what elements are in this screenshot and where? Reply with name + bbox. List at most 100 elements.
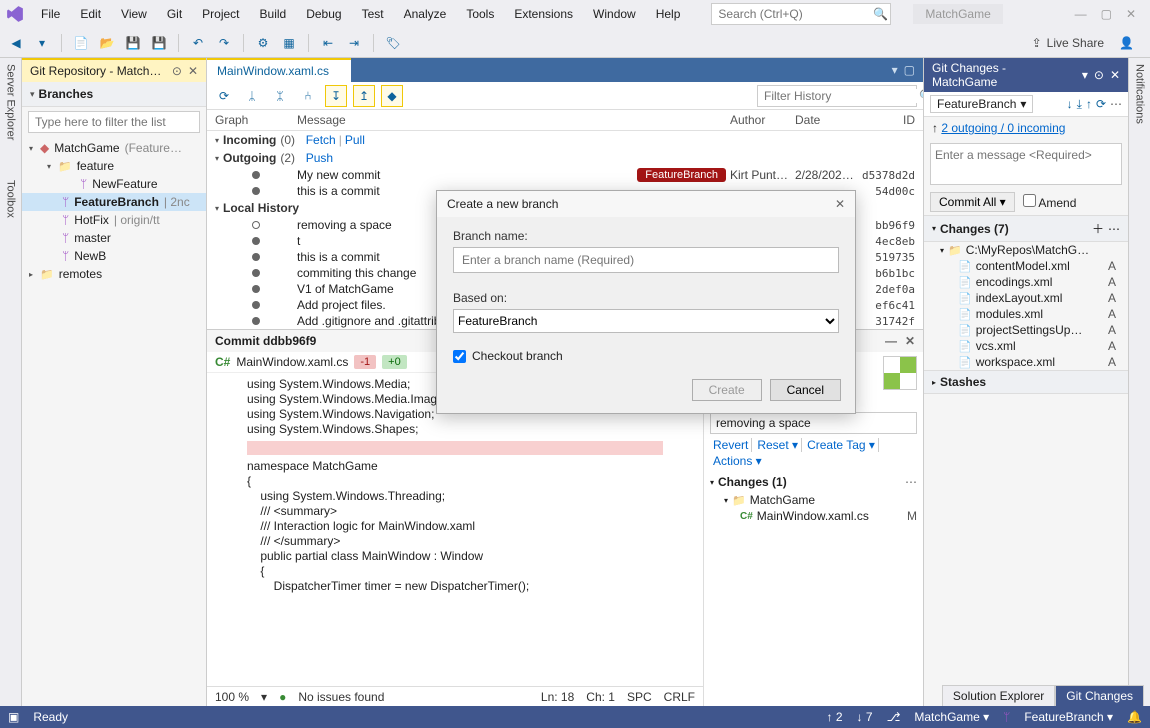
pull-button[interactable]: ⤓ — [1077, 97, 1082, 112]
pin-icon[interactable]: ⊙ — [1094, 68, 1104, 82]
branches-section-header[interactable]: ▾ Branches — [22, 82, 206, 107]
menu-project[interactable]: Project — [193, 3, 248, 25]
save-all-button[interactable]: 💾 — [149, 33, 169, 53]
changes-root-folder[interactable]: ▾ C:\MyRepos\MatchG… — [924, 242, 1128, 258]
graph-branch-button[interactable]: ᛦ — [241, 85, 263, 107]
stashes-section-header[interactable]: ▸ Stashes — [924, 370, 1128, 394]
changes-section-header[interactable]: ▾ Changes (7) ＋ ⋯ — [924, 215, 1128, 242]
commit-row[interactable]: My new commit FeatureBranch Kirt Punt… 2… — [207, 167, 923, 183]
branch-node[interactable]: ▸ remotes — [22, 265, 206, 283]
editor-tab[interactable]: MainWindow.xaml.cs — [207, 58, 351, 82]
notifications-tab[interactable]: Notifications — [1134, 64, 1146, 124]
git-changes-tab[interactable]: Git Changes — [1055, 685, 1144, 706]
indent-out-button[interactable]: ⇤ — [318, 33, 338, 53]
menu-help[interactable]: Help — [647, 3, 690, 25]
detail-project-node[interactable]: ▾ MatchGame — [710, 492, 917, 508]
revert-link[interactable]: Revert — [710, 438, 752, 452]
menu-edit[interactable]: Edit — [71, 3, 110, 25]
branch-node[interactable]: NewFeature — [22, 175, 206, 193]
quick-search-input[interactable] — [718, 7, 873, 21]
menu-view[interactable]: View — [112, 3, 156, 25]
indent-mode[interactable]: SPC — [627, 690, 652, 704]
tab-dropdown-icon[interactable]: ▾ — [892, 63, 898, 77]
checkout-branch-checkbox[interactable] — [453, 350, 466, 363]
changed-file-row[interactable]: modules.xml A — [924, 306, 1128, 322]
changed-file-row[interactable]: indexLayout.xml A — [924, 290, 1128, 306]
config-button[interactable]: ⚙ — [253, 33, 273, 53]
menu-window[interactable]: Window — [584, 3, 645, 25]
menu-debug[interactable]: Debug — [297, 3, 350, 25]
create-button[interactable]: Create — [692, 379, 762, 401]
branch-node[interactable]: ▾ MatchGame (Feature… — [22, 139, 206, 157]
more-icon[interactable]: ⋯ — [1110, 97, 1122, 111]
server-explorer-tab[interactable]: Server Explorer — [5, 64, 17, 140]
changed-file-row[interactable]: contentModel.xml A — [924, 258, 1128, 274]
window-dropdown-icon[interactable]: ▾ — [1082, 68, 1088, 82]
cancel-button[interactable]: Cancel — [770, 379, 841, 401]
show-local-toggle[interactable]: ◆ — [381, 85, 403, 107]
reset-link[interactable]: Reset ▾ — [754, 438, 802, 452]
menu-file[interactable]: File — [32, 3, 69, 25]
grid-button[interactable]: ▦ — [279, 33, 299, 53]
graph-merge-button[interactable]: ᛯ — [269, 85, 291, 107]
menu-tools[interactable]: Tools — [457, 3, 503, 25]
graph-topo-button[interactable]: ⑃ — [297, 85, 319, 107]
create-tag-link[interactable]: Create Tag ▾ — [804, 438, 879, 452]
diff-code-view[interactable]: using System.Windows.Media;using System.… — [207, 373, 703, 686]
branch-node[interactable]: master — [22, 229, 206, 247]
push-link[interactable]: Push — [306, 151, 333, 165]
menu-git[interactable]: Git — [158, 3, 191, 25]
close-icon[interactable]: ✕ — [188, 64, 198, 78]
bookmark-button[interactable]: 🏷 — [383, 33, 403, 53]
pin-icon[interactable]: ⊙ — [172, 64, 182, 78]
close-icon[interactable]: ✕ — [835, 197, 845, 211]
branch-dropdown[interactable]: FeatureBranch ▾ — [930, 95, 1033, 113]
commit-all-button[interactable]: Commit All ▾ — [930, 192, 1015, 212]
show-incoming-toggle[interactable]: ↧ — [325, 85, 347, 107]
changed-file-row[interactable]: vcs.xml A — [924, 338, 1128, 354]
push-button[interactable]: ↑ — [1086, 97, 1092, 111]
status-incoming[interactable]: ↓ 7 — [857, 710, 873, 724]
new-project-button[interactable]: 📄 — [71, 33, 91, 53]
commit-message-box[interactable]: removing a space — [710, 412, 917, 434]
changed-file-row[interactable]: workspace.xml A — [924, 354, 1128, 370]
notifications-icon[interactable]: 🔔 — [1127, 710, 1142, 724]
solution-explorer-tab[interactable]: Solution Explorer — [942, 685, 1055, 706]
detail-file-node[interactable]: C# MainWindow.xaml.cs M — [710, 508, 917, 524]
more-icon[interactable]: ⋯ — [1108, 222, 1120, 236]
maximize-icon[interactable]: ▢ — [1101, 7, 1112, 21]
quick-search[interactable]: 🔍 — [711, 3, 891, 25]
close-icon[interactable]: ✕ — [1110, 68, 1120, 82]
zoom-level[interactable]: 100 % — [215, 690, 249, 704]
menu-analyze[interactable]: Analyze — [395, 3, 456, 25]
git-repo-panel-tab[interactable]: Git Repository - MatchGame ⊙ ✕ — [22, 58, 206, 82]
zoom-dropdown-icon[interactable]: ▾ — [261, 690, 267, 704]
redo-button[interactable]: ↷ — [214, 33, 234, 53]
open-button[interactable]: 📂 — [97, 33, 117, 53]
based-on-select[interactable]: FeatureBranch — [453, 309, 839, 333]
branch-filter-input[interactable] — [28, 111, 200, 133]
line-ending[interactable]: CRLF — [664, 690, 695, 704]
undo-button[interactable]: ↶ — [188, 33, 208, 53]
status-branch[interactable]: FeatureBranch ▾ — [1024, 710, 1113, 724]
close-icon[interactable]: ✕ — [905, 334, 915, 348]
close-icon[interactable]: ✕ — [1126, 7, 1136, 21]
branch-node[interactable]: HotFix | origin/tt — [22, 211, 206, 229]
nav-back-button[interactable]: ◀ — [6, 33, 26, 53]
history-filter[interactable]: 🔍 ▾ — [757, 85, 917, 107]
issues-status[interactable]: No issues found — [298, 690, 384, 704]
pull-link[interactable]: Pull — [345, 133, 365, 147]
menu-build[interactable]: Build — [251, 3, 296, 25]
minimize-icon[interactable]: — — [1075, 7, 1087, 21]
history-filter-input[interactable] — [764, 89, 919, 103]
line-number[interactable]: Ln: 18 — [541, 690, 574, 704]
more-icon[interactable]: ⋯ — [905, 475, 917, 489]
live-share-button[interactable]: ⇪ Live Share 👤 — [1022, 36, 1144, 50]
show-outgoing-toggle[interactable]: ↥ — [353, 85, 375, 107]
toolbox-tab[interactable]: Toolbox — [5, 180, 17, 218]
save-button[interactable]: 💾 — [123, 33, 143, 53]
indent-in-button[interactable]: ⇥ — [344, 33, 364, 53]
fetch-link[interactable]: Fetch — [306, 133, 336, 147]
branch-node[interactable]: NewB — [22, 247, 206, 265]
detail-changes-header[interactable]: ▾ Changes (1) ⋯ — [710, 472, 917, 492]
